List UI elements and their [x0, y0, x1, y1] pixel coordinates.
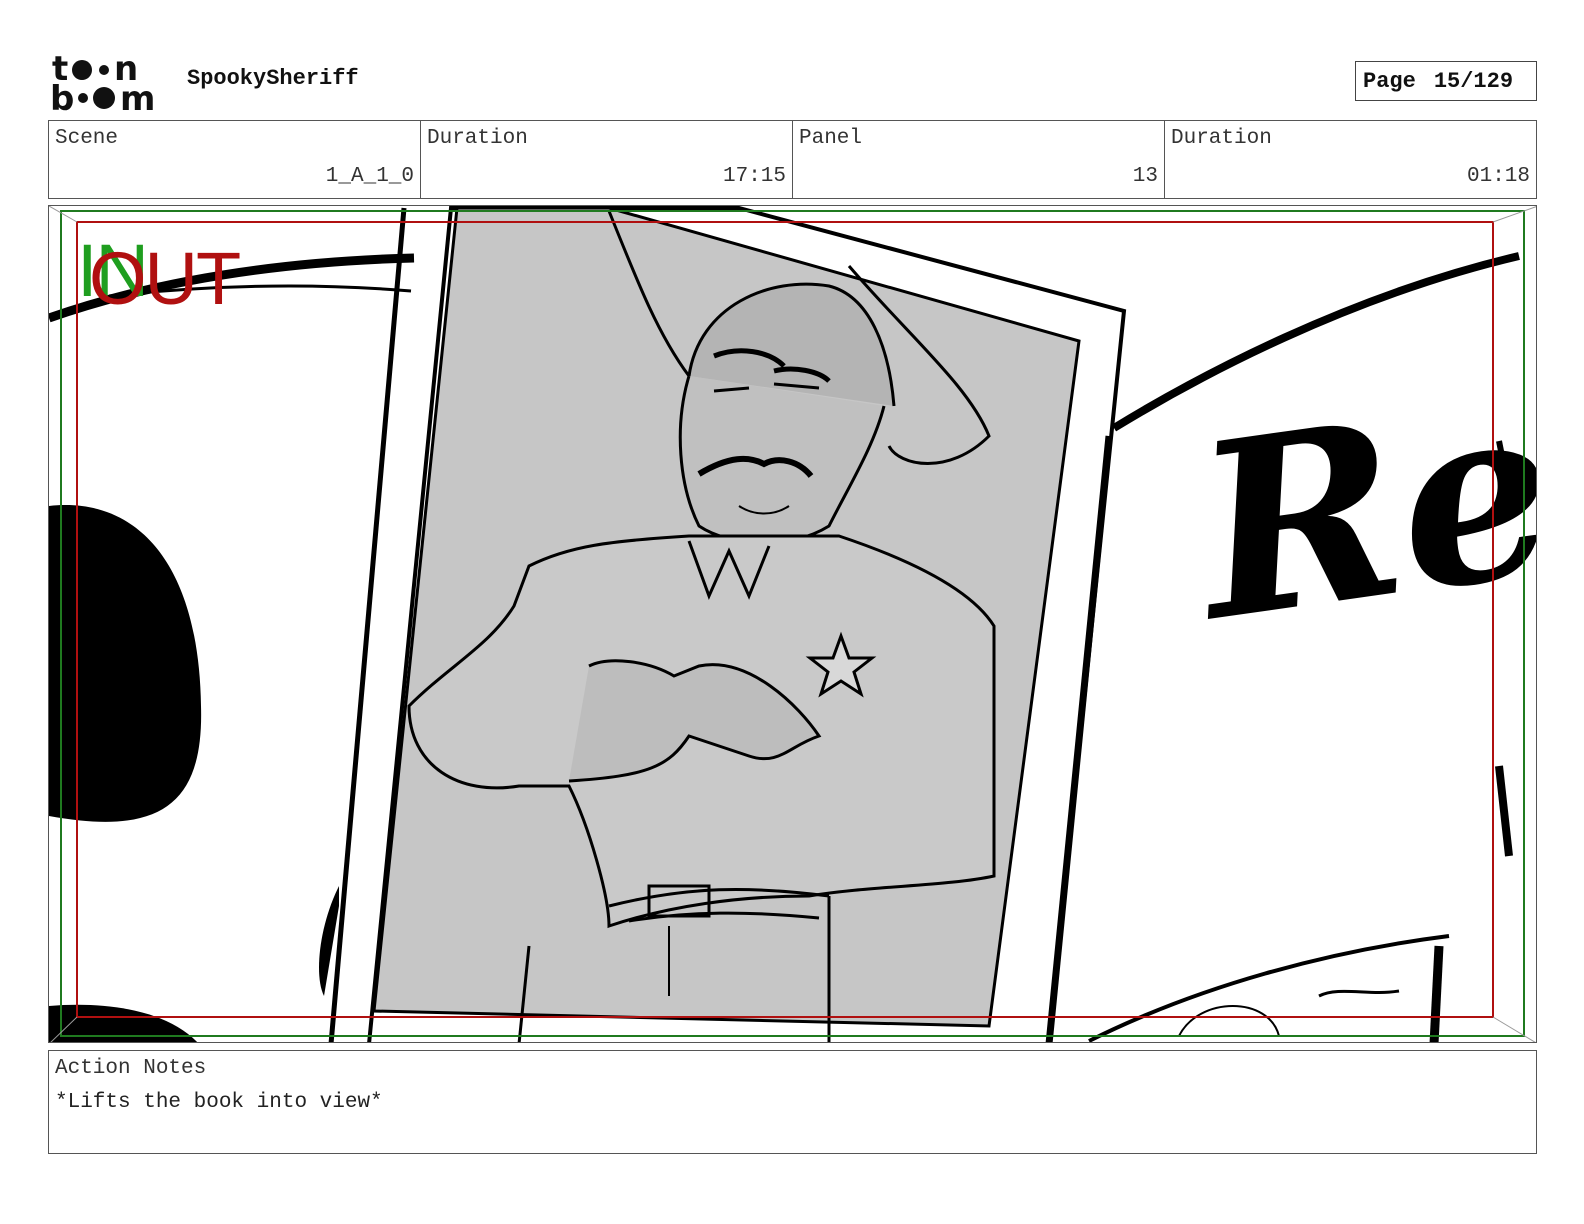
- scene-duration-cell: Duration 17:15: [421, 121, 793, 198]
- toon-boom-logo: t n b m: [50, 50, 155, 114]
- scene-value: 1_A_1_0: [325, 165, 414, 188]
- panel-label: Panel: [799, 127, 863, 150]
- action-notes-label: Action Notes: [55, 1057, 207, 1080]
- page-label: Page: [1363, 68, 1416, 94]
- out-marker: OUT: [89, 237, 241, 320]
- panel-cell: Panel 13: [793, 121, 1165, 198]
- panel-duration-value: 01:18: [1466, 165, 1530, 188]
- svg-text:b: b: [50, 79, 74, 114]
- panel-duration-label: Duration: [1171, 127, 1272, 150]
- scene-duration-label: Duration: [427, 127, 528, 150]
- action-notes-text: *Lifts the book into view*: [55, 1091, 383, 1114]
- scene-info-row: Scene 1_A_1_0 Duration 17:15 Panel 13 Du…: [48, 120, 1537, 199]
- panel-value: 13: [1132, 165, 1158, 188]
- scene-label: Scene: [55, 127, 119, 150]
- scene-cell: Scene 1_A_1_0: [49, 121, 421, 198]
- sign-lettering: Re: [1176, 346, 1537, 675]
- action-notes-box: Action Notes *Lifts the book into view*: [48, 1050, 1537, 1154]
- panel-duration-cell: Duration 01:18: [1165, 121, 1536, 198]
- page-indicator: Page 15/129: [1355, 61, 1537, 101]
- panel-drawing: Re: [49, 206, 1537, 1042]
- project-title: SpookySheriff: [187, 66, 359, 91]
- svg-text:m: m: [120, 79, 155, 114]
- page-number: 15/129: [1433, 68, 1514, 94]
- storyboard-panel-frame: Re IN OUT: [48, 205, 1537, 1043]
- scene-duration-value: 17:15: [722, 165, 786, 188]
